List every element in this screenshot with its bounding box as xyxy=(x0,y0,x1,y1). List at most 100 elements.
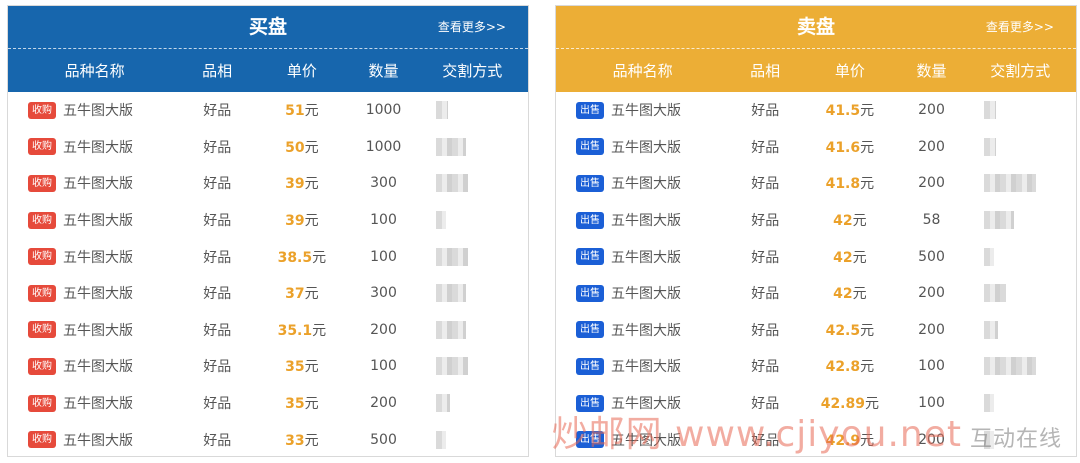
table-row[interactable]: 出售 五牛图大版 好品 41.5元 200 xyxy=(556,92,1076,129)
table-row[interactable]: 收购 五牛图大版 好品 39元 100 xyxy=(8,202,528,239)
table-row[interactable]: 出售 五牛图大版 好品 42.8元 100 xyxy=(556,348,1076,385)
price-unit: 元 xyxy=(860,432,875,449)
variety-name: 五牛图大版 xyxy=(611,139,681,156)
variety-cell: 出售 五牛图大版 xyxy=(556,173,729,193)
variety-name: 五牛图大版 xyxy=(611,322,681,339)
table-row[interactable]: 出售 五牛图大版 好品 42元 200 xyxy=(556,275,1076,312)
order-type-badge: 出售 xyxy=(576,138,604,156)
buy-view-more-link[interactable]: 查看更多>> xyxy=(438,6,506,48)
table-row[interactable]: 出售 五牛图大版 好品 41.6元 200 xyxy=(556,129,1076,166)
order-type-badge: 收购 xyxy=(28,248,56,266)
table-row[interactable]: 收购 五牛图大版 好品 35.1元 200 xyxy=(8,312,528,349)
variety-cell: 出售 五牛图大版 xyxy=(556,137,729,157)
table-row[interactable]: 收购 五牛图大版 好品 35元 100 xyxy=(8,348,528,385)
variety-cell: 收购 五牛图大版 xyxy=(8,100,181,120)
price-unit: 元 xyxy=(852,213,867,230)
variety-name: 五牛图大版 xyxy=(63,286,133,303)
table-row[interactable]: 收购 五牛图大版 好品 51元 1000 xyxy=(8,92,528,129)
price-cell: 42.89元 xyxy=(801,393,899,413)
quality-cell: 好品 xyxy=(203,396,232,413)
sell-view-more-link[interactable]: 查看更多>> xyxy=(986,6,1054,48)
price-cell: 42元 xyxy=(801,283,899,303)
table-row[interactable]: 出售 五牛图大版 好品 41.8元 200 xyxy=(556,165,1076,202)
price-cell: 37元 xyxy=(253,283,351,303)
variety-cell: 收购 五牛图大版 xyxy=(8,173,181,193)
quantity-cell: 1000 xyxy=(365,138,402,155)
price-value: 35 xyxy=(285,396,305,413)
price-unit: 元 xyxy=(860,139,875,156)
order-type-badge: 收购 xyxy=(28,431,56,449)
quantity-cell: 100 xyxy=(370,358,397,375)
quantity-cell: 100 xyxy=(370,248,397,265)
quality-cell: 好品 xyxy=(751,249,780,266)
price-value: 38.5 xyxy=(277,249,313,266)
quality-cell: 好品 xyxy=(751,359,780,376)
table-row[interactable]: 出售 五牛图大版 好品 42元 58 xyxy=(556,202,1076,239)
delivery-cell xyxy=(964,101,1076,120)
price-cell: 33元 xyxy=(253,430,351,450)
price-value: 42.8 xyxy=(825,359,861,376)
table-row[interactable]: 出售 五牛图大版 好品 42.5元 200 xyxy=(556,312,1076,349)
col-unit-price: 单价 xyxy=(834,62,865,80)
redacted-delivery-image xyxy=(436,284,467,303)
col-delivery: 交割方式 xyxy=(990,62,1051,80)
table-row[interactable]: 出售 五牛图大版 好品 42.9元 200 xyxy=(556,421,1076,456)
quality-cell: 好品 xyxy=(203,322,232,339)
delivery-cell xyxy=(964,284,1076,303)
variety-name: 五牛图大版 xyxy=(611,396,681,413)
quantity-cell: 100 xyxy=(370,212,397,229)
sell-column-header: 品种名称 品相 单价 数量 交割方式 xyxy=(556,48,1076,92)
delivery-cell xyxy=(964,320,1076,339)
delivery-cell xyxy=(416,430,528,449)
price-unit: 元 xyxy=(852,286,867,303)
variety-name: 五牛图大版 xyxy=(611,432,681,449)
price-unit: 元 xyxy=(860,176,875,193)
buy-orders-panel: 买盘 查看更多>> 品种名称 品相 单价 数量 交割方式 收购 五牛图大版 好品 51… xyxy=(7,5,529,457)
col-unit-price: 单价 xyxy=(286,62,317,80)
quantity-cell: 1000 xyxy=(365,102,402,119)
redacted-delivery-image xyxy=(436,137,467,156)
price-value: 42 xyxy=(833,213,853,230)
buy-orders-list: 收购 五牛图大版 好品 51元 1000 收购 五牛图大版 好品 50元 1000 收购 五牛图大版好… xyxy=(8,92,528,456)
table-row[interactable]: 出售 五牛图大版 好品 42元 500 xyxy=(556,238,1076,275)
price-unit: 元 xyxy=(860,103,875,120)
col-delivery: 交割方式 xyxy=(442,62,503,80)
variety-cell: 出售 五牛图大版 xyxy=(556,283,729,303)
order-type-badge: 收购 xyxy=(28,174,56,192)
delivery-cell xyxy=(416,174,528,193)
delivery-cell xyxy=(416,247,528,266)
price-unit: 元 xyxy=(304,213,319,230)
delivery-cell xyxy=(964,430,1076,449)
order-type-badge: 收购 xyxy=(28,138,56,156)
price-unit: 元 xyxy=(865,396,879,413)
table-row[interactable]: 出售 五牛图大版 好品 42.89元 100 xyxy=(556,385,1076,422)
order-type-badge: 出售 xyxy=(576,394,604,412)
quality-cell: 好品 xyxy=(203,139,232,156)
price-unit: 元 xyxy=(304,432,319,449)
variety-cell: 出售 五牛图大版 xyxy=(556,100,729,120)
redacted-delivery-image xyxy=(984,284,1007,303)
quality-cell: 好品 xyxy=(751,432,780,449)
table-row[interactable]: 收购 五牛图大版 好品 50元 1000 xyxy=(8,129,528,166)
quantity-cell: 200 xyxy=(918,285,945,302)
variety-name: 五牛图大版 xyxy=(63,322,133,339)
variety-name: 五牛图大版 xyxy=(611,176,681,193)
order-type-badge: 收购 xyxy=(28,284,56,302)
table-row[interactable]: 收购 五牛图大版 好品 37元 300 xyxy=(8,275,528,312)
buy-panel-header: 买盘 查看更多>> xyxy=(8,6,528,48)
quality-cell: 好品 xyxy=(203,432,232,449)
variety-name: 五牛图大版 xyxy=(611,359,681,376)
price-unit: 元 xyxy=(304,103,319,120)
price-unit: 元 xyxy=(304,286,319,303)
table-row[interactable]: 收购 五牛图大版 好品 35元 200 xyxy=(8,385,528,422)
table-row[interactable]: 收购 五牛图大版 好品 38.5元 100 xyxy=(8,238,528,275)
table-row[interactable]: 收购 五牛图大版 好品 33元 500 xyxy=(8,421,528,456)
delivery-cell xyxy=(416,137,528,156)
table-row[interactable]: 收购 五牛图大版 好品 39元 300 xyxy=(8,165,528,202)
delivery-cell xyxy=(964,357,1076,376)
price-cell: 51元 xyxy=(253,100,351,120)
price-cell: 42.9元 xyxy=(801,430,899,450)
quality-cell: 好品 xyxy=(203,286,232,303)
redacted-delivery-image xyxy=(984,137,997,156)
quantity-cell: 200 xyxy=(370,395,397,412)
